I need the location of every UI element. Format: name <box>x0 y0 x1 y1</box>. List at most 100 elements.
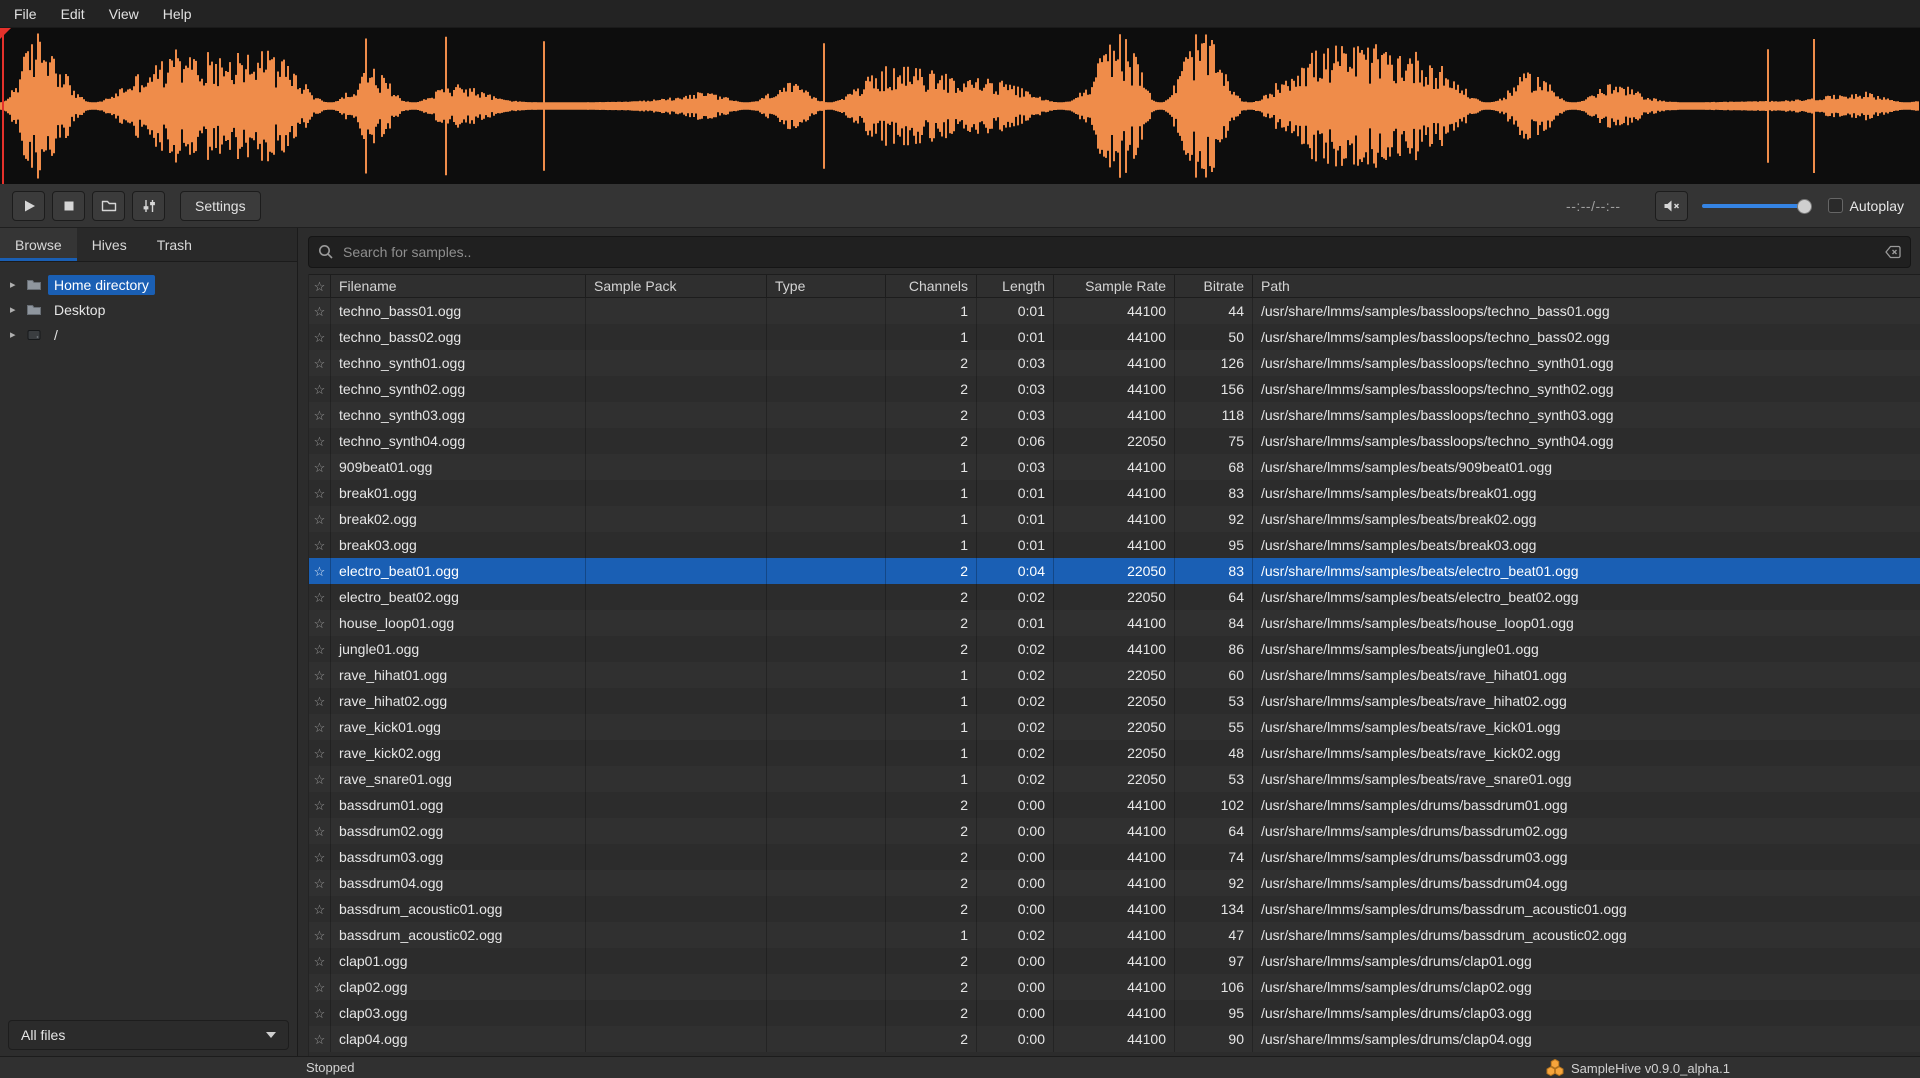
table-row[interactable]: ☆techno_synth02.ogg20:0344100156/usr/sha… <box>309 376 1920 402</box>
column-header-type[interactable]: Type <box>767 275 886 297</box>
menu-view[interactable]: View <box>97 1 151 27</box>
table-row[interactable]: ☆jungle01.ogg20:024410086/usr/share/lmms… <box>309 636 1920 662</box>
table-row[interactable]: ☆bassdrum04.ogg20:004410092/usr/share/lm… <box>309 870 1920 896</box>
favorite-star-icon[interactable]: ☆ <box>314 851 326 864</box>
table-row[interactable]: ☆break01.ogg10:014410083/usr/share/lmms/… <box>309 480 1920 506</box>
table-row[interactable]: ☆break02.ogg10:014410092/usr/share/lmms/… <box>309 506 1920 532</box>
favorite-star-icon[interactable]: ☆ <box>314 435 326 448</box>
search-input[interactable] <box>308 236 1911 268</box>
table-row[interactable]: ☆bassdrum_acoustic01.ogg20:0044100134/us… <box>309 896 1920 922</box>
favorite-star-icon[interactable]: ☆ <box>314 695 326 708</box>
table-row[interactable]: ☆bassdrum03.ogg20:004410074/usr/share/lm… <box>309 844 1920 870</box>
menu-file[interactable]: File <box>2 1 49 27</box>
favorite-star-icon[interactable]: ☆ <box>314 513 326 526</box>
menu-help[interactable]: Help <box>151 1 204 27</box>
chevron-right-icon[interactable]: ▸ <box>10 303 26 316</box>
cell-favorite: ☆ <box>309 792 331 818</box>
volume-slider[interactable] <box>1702 191 1812 221</box>
favorite-star-icon[interactable]: ☆ <box>314 825 326 838</box>
favorite-star-icon[interactable]: ☆ <box>314 877 326 890</box>
column-header-favorite[interactable]: ☆ <box>309 275 331 297</box>
favorite-star-icon[interactable]: ☆ <box>314 1007 326 1020</box>
table-row[interactable]: ☆909beat01.ogg10:034410068/usr/share/lmm… <box>309 454 1920 480</box>
tree-item-home-directory[interactable]: ▸ Home directory <box>0 272 297 297</box>
favorite-star-icon[interactable]: ☆ <box>314 539 326 552</box>
cell-sample-rate: 44100 <box>1054 870 1175 896</box>
table-row[interactable]: ☆clap04.ogg20:004410090/usr/share/lmms/s… <box>309 1026 1920 1052</box>
column-header-path[interactable]: Path <box>1253 275 1920 297</box>
table-row[interactable]: ☆clap01.ogg20:004410097/usr/share/lmms/s… <box>309 948 1920 974</box>
chevron-right-icon[interactable]: ▸ <box>10 278 26 291</box>
favorite-star-icon[interactable]: ☆ <box>314 331 326 344</box>
cell-path: /usr/share/lmms/samples/beats/electro_be… <box>1253 558 1920 584</box>
waveform-display[interactable] <box>0 28 1920 184</box>
table-row[interactable]: ☆bassdrum_acoustic02.ogg10:024410047/usr… <box>309 922 1920 948</box>
favorite-star-icon[interactable]: ☆ <box>314 591 326 604</box>
tree-item-desktop[interactable]: ▸ Desktop <box>0 297 297 322</box>
tree-item-root[interactable]: ▸ / <box>0 322 297 347</box>
favorite-star-icon[interactable]: ☆ <box>314 1033 326 1046</box>
loop-points-button[interactable] <box>132 191 165 221</box>
table-row[interactable]: ☆rave_hihat01.ogg10:022205060/usr/share/… <box>309 662 1920 688</box>
table-row[interactable]: ☆house_loop01.ogg20:014410084/usr/share/… <box>309 610 1920 636</box>
favorite-star-icon[interactable]: ☆ <box>314 955 326 968</box>
column-header-bitrate[interactable]: Bitrate <box>1175 275 1253 297</box>
table-row[interactable]: ☆techno_synth03.ogg20:0344100118/usr/sha… <box>309 402 1920 428</box>
mute-button[interactable] <box>1655 191 1688 221</box>
table-row[interactable]: ☆electro_beat01.ogg20:042205083/usr/shar… <box>309 558 1920 584</box>
cell-path: /usr/share/lmms/samples/beats/rave_hihat… <box>1253 688 1920 714</box>
table-row[interactable]: ☆techno_synth01.ogg20:0344100126/usr/sha… <box>309 350 1920 376</box>
favorite-star-icon[interactable]: ☆ <box>314 565 326 578</box>
table-row[interactable]: ☆techno_synth04.ogg20:062205075/usr/shar… <box>309 428 1920 454</box>
column-header-filename[interactable]: Filename <box>331 275 586 297</box>
favorite-star-icon[interactable]: ☆ <box>314 357 326 370</box>
favorite-star-icon[interactable]: ☆ <box>314 903 326 916</box>
favorite-star-icon[interactable]: ☆ <box>314 305 326 318</box>
column-header-length[interactable]: Length <box>977 275 1054 297</box>
play-button[interactable] <box>12 191 45 221</box>
loop-button[interactable] <box>92 191 125 221</box>
table-row[interactable]: ☆electro_beat02.ogg20:022205064/usr/shar… <box>309 584 1920 610</box>
table-row[interactable]: ☆bassdrum01.ogg20:0044100102/usr/share/l… <box>309 792 1920 818</box>
favorite-star-icon[interactable]: ☆ <box>314 747 326 760</box>
file-filter-dropdown[interactable]: All files <box>8 1020 289 1050</box>
tab-hives[interactable]: Hives <box>77 228 142 261</box>
tab-trash[interactable]: Trash <box>142 228 207 261</box>
table-row[interactable]: ☆rave_kick01.ogg10:022205055/usr/share/l… <box>309 714 1920 740</box>
favorite-star-icon[interactable]: ☆ <box>314 487 326 500</box>
table-row[interactable]: ☆bassdrum02.ogg20:004410064/usr/share/lm… <box>309 818 1920 844</box>
favorite-star-icon[interactable]: ☆ <box>314 773 326 786</box>
favorite-star-icon[interactable]: ☆ <box>314 929 326 942</box>
cell-channels: 1 <box>886 688 977 714</box>
cell-path: /usr/share/lmms/samples/bassloops/techno… <box>1253 350 1920 376</box>
column-header-channels[interactable]: Channels <box>886 275 977 297</box>
tab-browse[interactable]: Browse <box>0 228 77 261</box>
volume-slider-handle[interactable] <box>1797 199 1812 214</box>
table-row[interactable]: ☆rave_hihat02.ogg10:022205053/usr/share/… <box>309 688 1920 714</box>
column-header-sample-rate[interactable]: Sample Rate <box>1054 275 1175 297</box>
clear-search-icon[interactable] <box>1884 243 1902 261</box>
cell-type <box>767 558 886 584</box>
favorite-star-icon[interactable]: ☆ <box>314 721 326 734</box>
favorite-star-icon[interactable]: ☆ <box>314 799 326 812</box>
favorite-star-icon[interactable]: ☆ <box>314 669 326 682</box>
table-row[interactable]: ☆techno_bass01.ogg10:014410044/usr/share… <box>309 298 1920 324</box>
menu-edit[interactable]: Edit <box>49 1 97 27</box>
table-row[interactable]: ☆techno_bass02.ogg10:014410050/usr/share… <box>309 324 1920 350</box>
autoplay-checkbox[interactable] <box>1828 198 1843 213</box>
table-row[interactable]: ☆break03.ogg10:014410095/usr/share/lmms/… <box>309 532 1920 558</box>
table-row[interactable]: ☆clap03.ogg20:004410095/usr/share/lmms/s… <box>309 1000 1920 1026</box>
table-row[interactable]: ☆clap02.ogg20:0044100106/usr/share/lmms/… <box>309 974 1920 1000</box>
favorite-star-icon[interactable]: ☆ <box>314 981 326 994</box>
favorite-star-icon[interactable]: ☆ <box>314 409 326 422</box>
settings-button[interactable]: Settings <box>180 191 261 221</box>
favorite-star-icon[interactable]: ☆ <box>314 383 326 396</box>
favorite-star-icon[interactable]: ☆ <box>314 461 326 474</box>
table-row[interactable]: ☆rave_snare01.ogg10:022205053/usr/share/… <box>309 766 1920 792</box>
table-row[interactable]: ☆rave_kick02.ogg10:022205048/usr/share/l… <box>309 740 1920 766</box>
chevron-right-icon[interactable]: ▸ <box>10 328 26 341</box>
favorite-star-icon[interactable]: ☆ <box>314 643 326 656</box>
column-header-sample-pack[interactable]: Sample Pack <box>586 275 767 297</box>
favorite-star-icon[interactable]: ☆ <box>314 617 326 630</box>
stop-button[interactable] <box>52 191 85 221</box>
